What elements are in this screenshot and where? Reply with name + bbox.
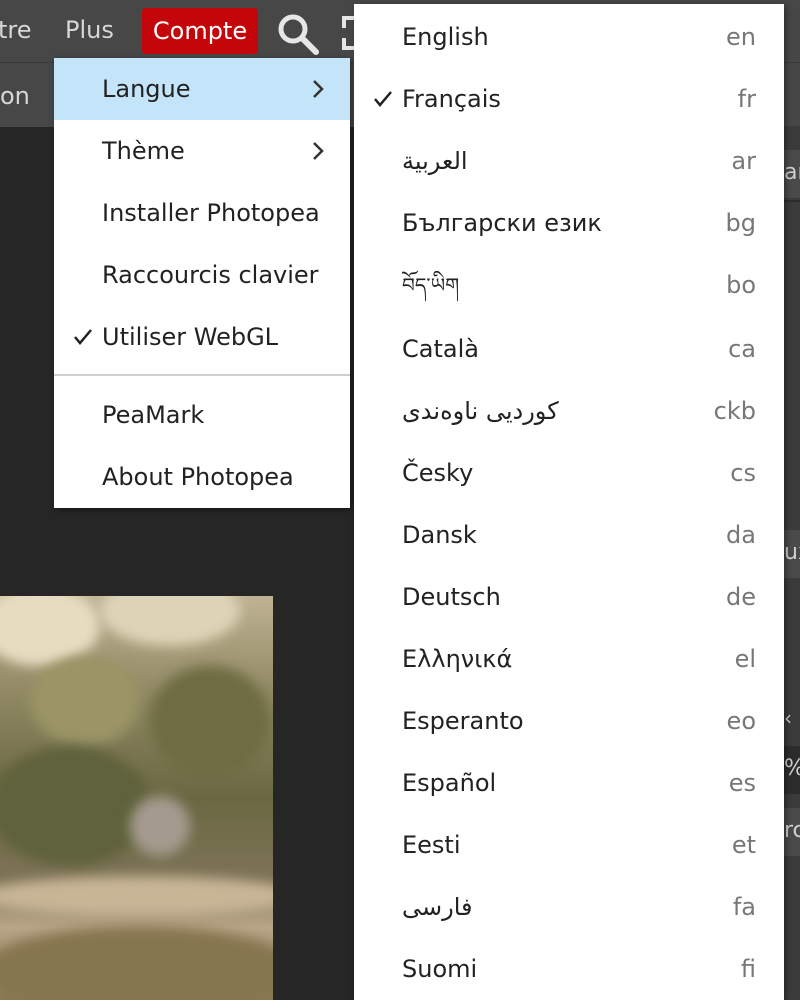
language-item[interactable]: Deutsch de: [354, 566, 784, 628]
language-item[interactable]: Български език bg: [354, 192, 784, 254]
chevron-right-icon: [313, 142, 324, 160]
panel-percent-field[interactable]: %: [782, 746, 800, 794]
canvas-image[interactable]: [0, 596, 273, 1000]
options-bar-partial-label: on: [0, 82, 30, 110]
panel-divider: [782, 200, 800, 202]
menu-item-compte[interactable]: Compte: [142, 8, 258, 54]
menu-item-shortcuts[interactable]: Raccourcis clavier: [54, 244, 350, 306]
language-menu: English en Français fr العربية ar Българ…: [354, 4, 784, 1000]
panel-tab-partial-3[interactable]: rc: [782, 808, 800, 856]
panel-tab-partial-2[interactable]: ux: [782, 530, 800, 578]
panel-tab-partial[interactable]: ar: [782, 150, 800, 198]
menu-item-partial[interactable]: tre: [0, 12, 32, 48]
panel-arrow-row[interactable]: ‹: [782, 700, 800, 748]
language-item[interactable]: བོད་ཡིག bo: [354, 254, 784, 316]
account-menu: Langue Thème Installer Photopea Raccourc…: [54, 58, 350, 508]
menu-item-install[interactable]: Installer Photopea: [54, 182, 350, 244]
chevron-right-icon: [313, 80, 324, 98]
language-item[interactable]: Dansk da: [354, 504, 784, 566]
language-item[interactable]: Suomi fi: [354, 938, 784, 1000]
menu-item-about[interactable]: About Photopea: [54, 446, 350, 508]
menu-separator: [54, 374, 350, 376]
search-icon[interactable]: [276, 12, 320, 56]
chevron-left-icon[interactable]: ‹: [784, 706, 792, 730]
language-item[interactable]: كوردیی ناوەندی ckb: [354, 380, 784, 442]
language-item[interactable]: Esperanto eo: [354, 690, 784, 752]
checkmark-icon: [374, 91, 392, 107]
menu-item-webgl[interactable]: Utiliser WebGL: [54, 306, 350, 368]
language-item[interactable]: Ελληνικά el: [354, 628, 784, 690]
menu-item-plus[interactable]: Plus: [65, 12, 114, 48]
menu-item-theme[interactable]: Thème: [54, 120, 350, 182]
language-item[interactable]: Español es: [354, 752, 784, 814]
language-item[interactable]: Česky cs: [354, 442, 784, 504]
menu-item-peamark[interactable]: PeaMark: [54, 384, 350, 446]
language-item[interactable]: فارسی fa: [354, 876, 784, 938]
language-item[interactable]: English en: [354, 6, 784, 68]
language-item[interactable]: Eesti et: [354, 814, 784, 876]
language-item[interactable]: العربية ar: [354, 130, 784, 192]
language-item[interactable]: Français fr: [354, 68, 784, 130]
menu-item-langue[interactable]: Langue: [54, 58, 350, 120]
checkmark-icon: [74, 329, 92, 345]
language-item[interactable]: Català ca: [354, 318, 784, 380]
